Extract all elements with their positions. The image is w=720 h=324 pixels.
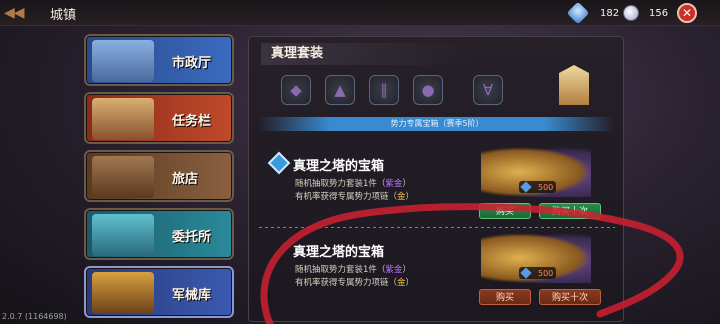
horned-helm-icon[interactable]: ∀ <box>473 75 503 105</box>
robe-icon[interactable]: ▲ <box>325 75 355 105</box>
buy-once-button[interactable]: 购买 <box>479 203 531 219</box>
currency-coins: 156 <box>623 4 668 22</box>
faction-diamond-icon <box>267 151 291 175</box>
price-value: 500 <box>538 182 554 192</box>
sidebar-item-label: 任务栏 <box>172 114 212 129</box>
chest-offer: 真理之塔的宝箱 随机抽取势力套装1件（紫金） 有机率获得专属势力项链（金） 50… <box>261 147 617 227</box>
version-label: 2.0.7 (1164698) <box>2 312 67 321</box>
chest-offer: 真理之塔的宝箱 随机抽取势力套装1件（紫金） 有机率获得专属势力项链（金） 50… <box>261 233 617 313</box>
season-banner: 势力专属宝箱（赛季5阶） <box>259 117 615 131</box>
buy-ten-button[interactable]: 购买十次 <box>539 203 601 219</box>
sidebar-item-label: 市政厅 <box>172 56 212 71</box>
helmet-icon[interactable]: ● <box>413 75 443 105</box>
quest-board-icon <box>92 98 154 140</box>
gem-icon <box>520 181 532 193</box>
gem-count: 182 <box>600 7 620 19</box>
chest-desc-2: 有机率获得专属势力项链（金） <box>295 278 415 288</box>
sidebar-item-label: 军械库 <box>172 288 212 303</box>
chest-title: 真理之塔的宝箱 <box>293 245 385 260</box>
coin-count: 156 <box>649 7 669 19</box>
price-tag: 500 <box>519 267 557 279</box>
inn-icon <box>92 156 154 198</box>
sidebar-item-commission[interactable]: 委托所 <box>84 208 234 260</box>
buy-ten-button[interactable]: 购买十次 <box>539 289 601 305</box>
city-hall-icon <box>92 40 154 82</box>
coin-icon <box>623 5 639 21</box>
back-button[interactable]: ◀◀ <box>4 2 44 24</box>
price-tag: 500 <box>519 181 557 193</box>
chest-title: 真理之塔的宝箱 <box>293 159 385 174</box>
price-value: 500 <box>538 268 554 278</box>
commission-icon <box>92 214 154 256</box>
boots-icon[interactable]: ∥ <box>369 75 399 105</box>
currency-gems: 182 <box>566 1 620 25</box>
panel-title: 真理套装 <box>261 43 471 65</box>
faction-emblem-icon <box>559 65 589 105</box>
chest-desc-1: 随机抽取势力套装1件（紫金） <box>295 179 411 189</box>
sidebar-item-city-hall[interactable]: 市政厅 <box>84 34 234 86</box>
close-button[interactable]: ✕ <box>677 3 697 23</box>
gem-icon <box>520 267 532 279</box>
sidebar-item-quest-board[interactable]: 任务栏 <box>84 92 234 144</box>
buy-once-button[interactable]: 购买 <box>479 289 531 305</box>
armory-panel: 真理套装 ◆ ▲ ∥ ● ∀ 势力专属宝箱（赛季5阶） 真理之塔的宝箱 随机抽取… <box>248 36 624 322</box>
divider <box>259 227 615 228</box>
sidebar-item-label: 旅店 <box>172 172 199 187</box>
sidebar-item-label: 委托所 <box>172 230 212 245</box>
armory-icon <box>92 272 154 314</box>
sidebar-item-inn[interactable]: 旅店 <box>84 150 234 202</box>
sidebar-item-armory[interactable]: 军械库 <box>84 266 234 318</box>
top-bar: ◀◀ 城镇 182 156 ✕ <box>0 0 720 26</box>
page-title: 城镇 <box>50 8 77 23</box>
chest-desc-2: 有机率获得专属势力项链（金） <box>295 192 415 202</box>
necklace-icon[interactable]: ◆ <box>281 75 311 105</box>
chest-desc-1: 随机抽取势力套装1件（紫金） <box>295 265 411 275</box>
gem-icon <box>566 1 590 25</box>
